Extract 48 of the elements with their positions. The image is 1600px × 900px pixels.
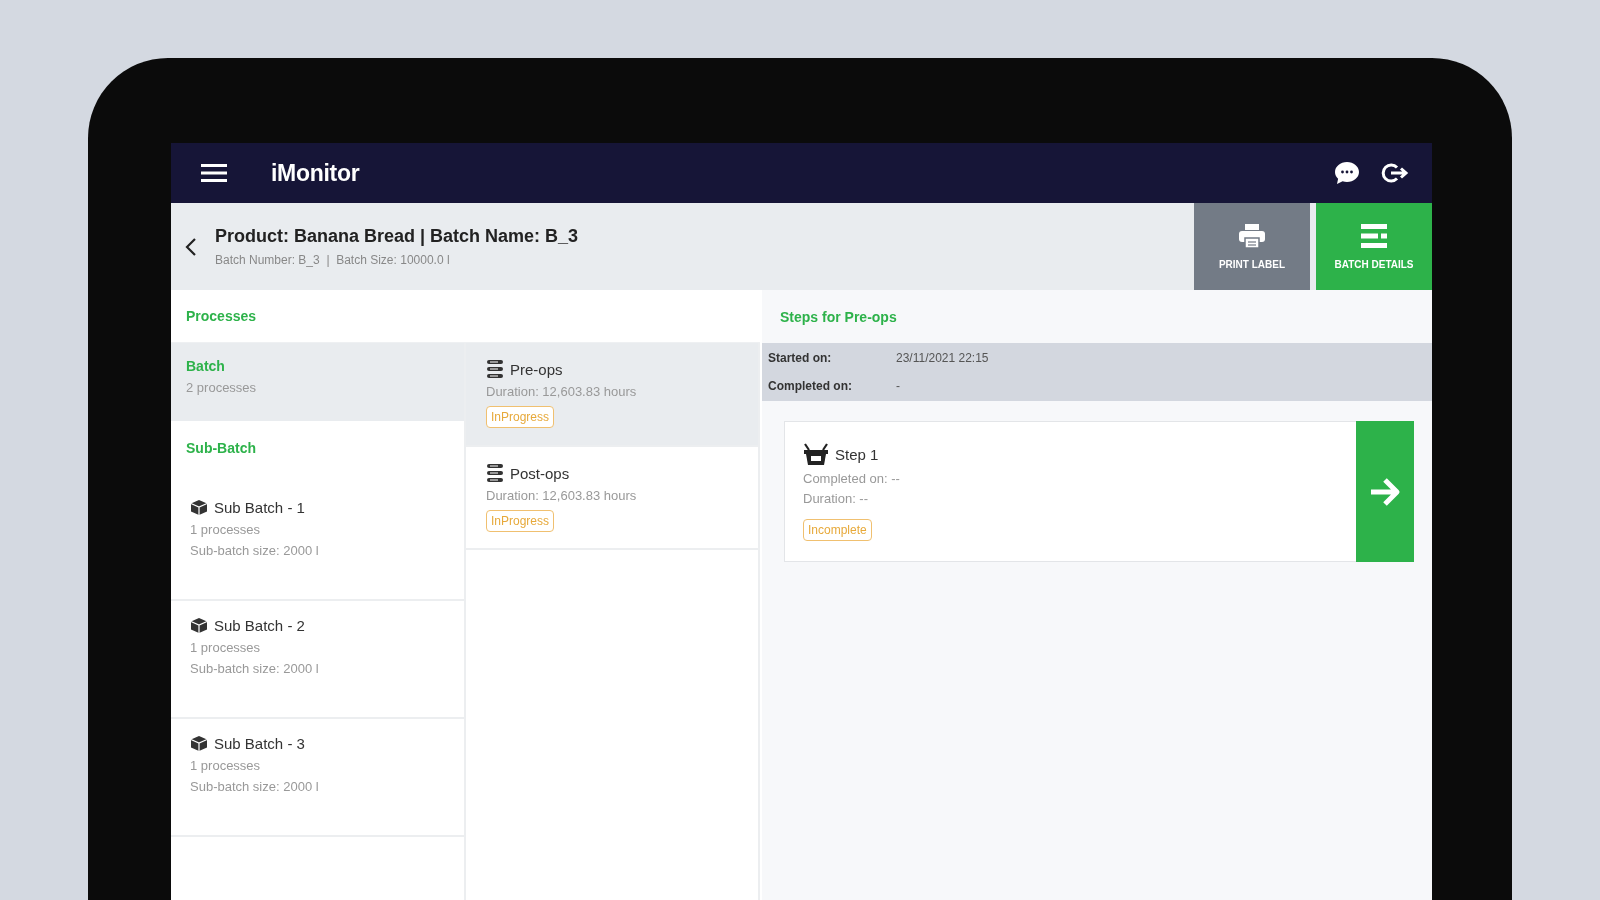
completed-label: Completed on: bbox=[768, 379, 853, 393]
stack-icon bbox=[486, 463, 504, 483]
list-icon bbox=[1360, 223, 1388, 249]
process-count: 1 processes bbox=[190, 522, 262, 537]
sub-batch-item[interactable]: Sub Batch - 1 1 processes Sub-batch size: 2000 l bbox=[171, 483, 464, 601]
sub-batch-item[interactable]: Sub Batch - 2 1 processes Sub-batch size: 2000 l bbox=[171, 601, 464, 719]
sub-batch-size: Sub-batch size: 2000 l bbox=[190, 661, 320, 676]
batch-title: Product: Banana Bread | Batch Name: B_3 bbox=[215, 226, 580, 247]
print-label-button[interactable]: PRINT LABEL bbox=[1194, 203, 1310, 290]
status-badge: InProgress bbox=[486, 510, 555, 532]
sub-batch-name: Sub Batch - 1 bbox=[214, 499, 305, 516]
printer-icon bbox=[1238, 223, 1266, 249]
menu-icon[interactable] bbox=[201, 163, 227, 183]
process-duration: Duration: 12,603.83 hours bbox=[486, 384, 638, 399]
batch-subtitle: Batch Number: B_3 | Batch Size: 10000.0 l bbox=[215, 253, 451, 267]
sub-batch-size: Sub-batch size: 2000 l bbox=[190, 543, 320, 558]
back-icon[interactable] bbox=[185, 236, 197, 257]
box-icon bbox=[190, 499, 208, 516]
box-icon bbox=[190, 617, 208, 634]
sub-batch-size: Sub-batch size: 2000 l bbox=[190, 779, 320, 794]
arrow-right-icon bbox=[1368, 476, 1402, 507]
steps-heading: Steps for Pre-ops bbox=[779, 307, 898, 327]
process-count: 1 processes bbox=[190, 640, 262, 655]
app-title: iMonitor bbox=[271, 159, 360, 187]
process-duration: Duration: 12,603.83 hours bbox=[486, 488, 638, 503]
sub-batch-name: Sub Batch - 2 bbox=[214, 617, 305, 634]
sub-batch-item[interactable]: Sub Batch - 3 1 processes Sub-batch size: 2000 l bbox=[171, 719, 464, 837]
process-count: 1 processes bbox=[190, 758, 262, 773]
started-label: Started on: bbox=[768, 351, 833, 365]
status-badge: InProgress bbox=[486, 406, 555, 428]
process-item[interactable]: Post-ops Duration: 12,603.83 hours InProgress bbox=[466, 447, 758, 550]
sub-batch-heading: Sub-Batch bbox=[186, 440, 256, 456]
box-icon bbox=[190, 735, 208, 752]
chat-icon[interactable] bbox=[1334, 161, 1360, 185]
process-name: Post-ops bbox=[510, 464, 570, 482]
basket-icon bbox=[803, 442, 829, 466]
process-item[interactable]: Pre-ops Duration: 12,603.83 hours InProgress bbox=[466, 343, 758, 447]
completed-value: - bbox=[896, 379, 901, 393]
step-duration: Duration: -- bbox=[803, 491, 870, 506]
step-name: Step 1 bbox=[835, 445, 879, 463]
logout-icon[interactable] bbox=[1380, 161, 1410, 185]
started-value: 23/11/2021 22:15 bbox=[896, 351, 990, 365]
step-completed: Completed on: -- bbox=[803, 471, 901, 486]
status-badge: Incomplete bbox=[803, 519, 872, 541]
sub-batch-name: Sub Batch - 3 bbox=[214, 735, 305, 752]
process-name: Pre-ops bbox=[510, 360, 563, 378]
open-step-button[interactable] bbox=[1356, 421, 1414, 562]
stack-icon bbox=[486, 359, 504, 379]
